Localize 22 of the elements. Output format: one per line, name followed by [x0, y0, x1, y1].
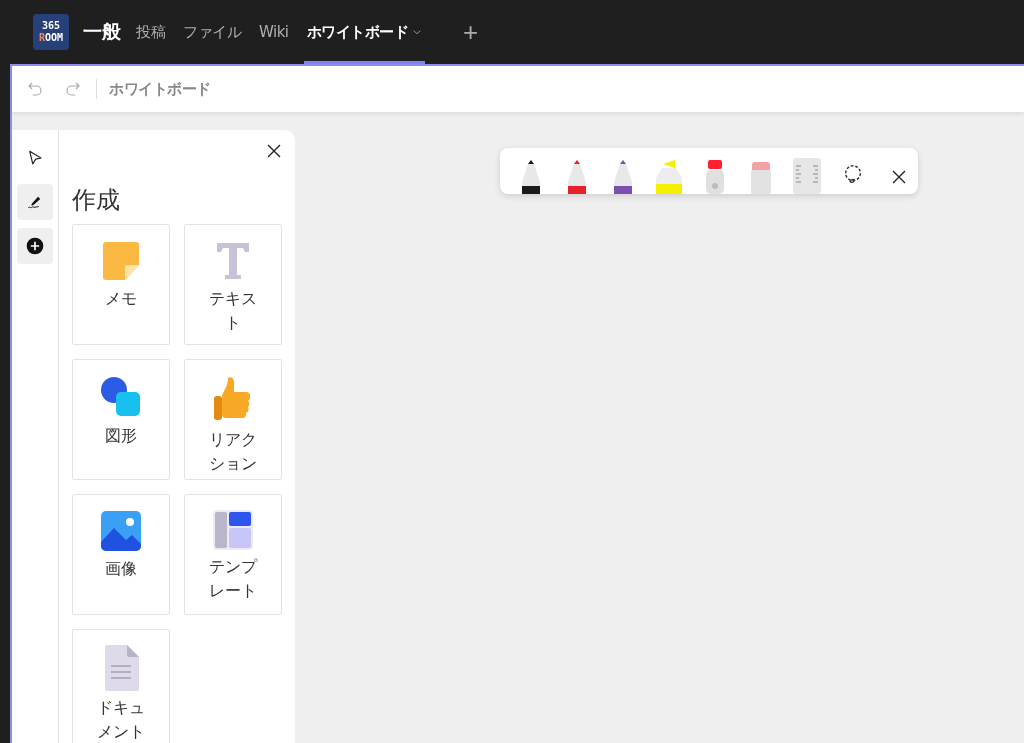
- create-tile[interactable]: メモ: [72, 224, 170, 345]
- plus-circle-icon: [25, 236, 45, 256]
- ruler-icon: [792, 158, 823, 194]
- tab[interactable]: Wiki: [256, 0, 292, 64]
- board-title: ホワイトボード: [109, 79, 211, 99]
- panel-heading: 作成: [72, 185, 121, 216]
- layout-icon: [212, 509, 254, 551]
- tab[interactable]: 投稿: [133, 0, 168, 64]
- create-tile[interactable]: テキスト: [184, 224, 282, 345]
- create-tile[interactable]: 画像: [72, 494, 170, 615]
- create-tile[interactable]: ドキュメント: [72, 629, 170, 743]
- channel-name: 一般: [83, 19, 121, 44]
- tab[interactable]: ファイル: [180, 0, 244, 64]
- close-button[interactable]: [265, 142, 283, 160]
- team-logo: 365 ROOM: [33, 14, 69, 50]
- pointer-icon: [26, 149, 44, 167]
- create-tile[interactable]: テンプレート: [184, 494, 282, 615]
- create-tile[interactable]: 図形: [72, 359, 170, 480]
- image-icon: [99, 509, 143, 553]
- create-tile[interactable]: リアクション: [184, 359, 282, 480]
- rail-button[interactable]: [17, 228, 53, 264]
- add-tab-button[interactable]: +: [457, 16, 485, 48]
